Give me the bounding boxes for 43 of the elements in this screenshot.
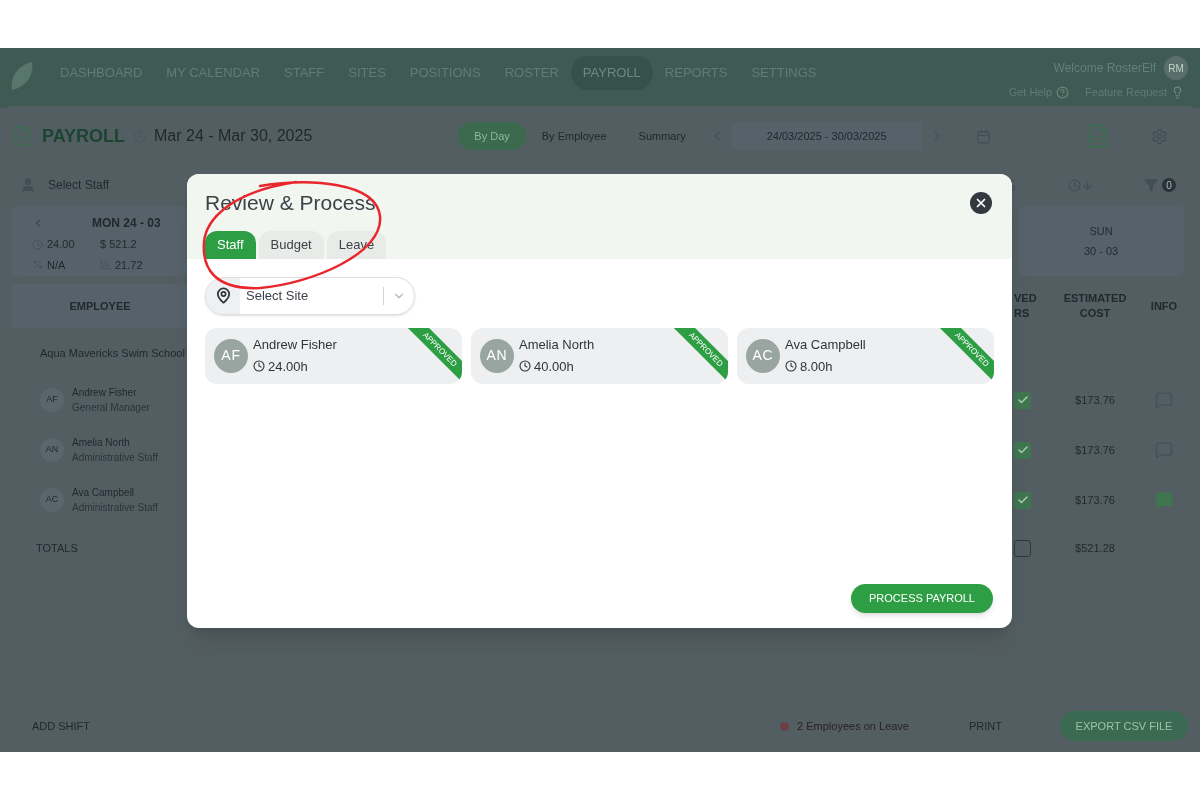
approved-checkbox[interactable] bbox=[1014, 441, 1031, 459]
day-hours: 24.00 bbox=[47, 237, 75, 252]
help-icon bbox=[1056, 85, 1070, 99]
day-average: 21.72 bbox=[115, 257, 143, 273]
note-icon[interactable] bbox=[1155, 491, 1173, 509]
check-icon bbox=[1016, 494, 1029, 506]
employee-avatar: AF bbox=[40, 388, 64, 412]
staff-avatar: AN bbox=[480, 338, 514, 373]
clock-icon bbox=[519, 360, 531, 373]
clock-icon bbox=[253, 360, 265, 373]
staff-avatar: AC bbox=[746, 338, 780, 373]
staff-name: Ava Campbell bbox=[785, 336, 866, 354]
nav-item[interactable]: PAYROLL bbox=[570, 56, 653, 90]
date-range-field[interactable]: 24/03/2025 - 30/03/2025 bbox=[731, 122, 922, 150]
clock-icon bbox=[785, 360, 797, 373]
staff-name: Andrew Fisher bbox=[253, 336, 337, 354]
dialog-tab[interactable]: Staff bbox=[205, 230, 256, 259]
leave-notice[interactable]: 2 Employees on Leave bbox=[797, 717, 909, 735]
day-cost: $ 521.2 bbox=[100, 237, 138, 252]
day-percent: N/A bbox=[47, 257, 66, 273]
approved-checkbox[interactable] bbox=[1014, 539, 1031, 557]
column-header: EMPLOYEE bbox=[12, 284, 188, 328]
staff-avatar: AF bbox=[214, 338, 248, 373]
close-button[interactable] bbox=[970, 191, 992, 214]
day-date: 30 - 03 bbox=[1083, 244, 1119, 259]
dialog-tab[interactable]: Budget bbox=[258, 230, 324, 259]
location-pin-icon bbox=[214, 287, 232, 304]
day-label: MON 24 - 03 bbox=[92, 215, 161, 232]
process-payroll-button[interactable]: PROCESS PAYROLL bbox=[851, 584, 993, 613]
check-icon bbox=[1016, 444, 1029, 456]
staff-hours: 24.00h bbox=[268, 357, 308, 376]
user-avatar[interactable]: RM bbox=[1164, 56, 1188, 80]
lightbulb-icon bbox=[1171, 85, 1184, 99]
approved-checkbox[interactable] bbox=[1014, 391, 1031, 409]
staff-hours: 8.00h bbox=[800, 357, 833, 376]
view-tab[interactable]: By Day bbox=[458, 122, 526, 150]
staff-name: Amelia North bbox=[519, 336, 595, 354]
check-icon bbox=[1016, 394, 1029, 406]
export-csv-button[interactable]: EXPORT CSV FILE bbox=[1060, 711, 1188, 741]
staff-hours: 40.00h bbox=[534, 357, 574, 376]
day-label: SUN bbox=[1089, 223, 1113, 239]
approved-checkbox[interactable] bbox=[1014, 491, 1031, 509]
filter-count: 0 bbox=[1162, 178, 1176, 192]
